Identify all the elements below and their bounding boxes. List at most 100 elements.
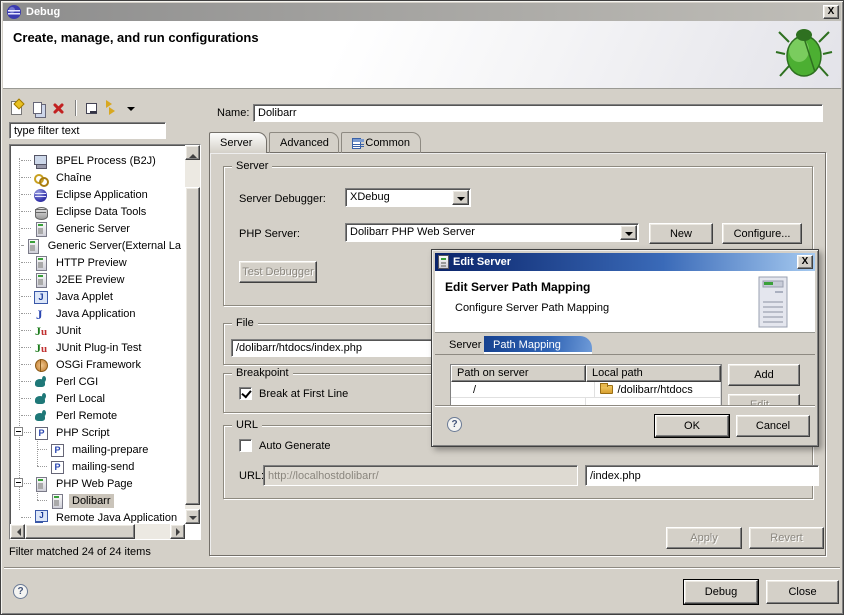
tree-item-label: Remote Java Application [53, 511, 180, 524]
delete-config-icon[interactable] [51, 100, 67, 116]
debug-configurations-window: Debug X Create, manage, and run configur… [0, 0, 844, 615]
bpel-process-icon [33, 153, 49, 169]
help-icon[interactable]: ? [13, 584, 28, 599]
name-input[interactable] [253, 104, 823, 122]
tab-advanced[interactable]: Advanced [269, 132, 339, 153]
tree-item-generic-server[interactable]: Generic Server [11, 220, 184, 237]
tree-item-java-application[interactable]: Java Application [11, 305, 184, 322]
scroll-left-arrow[interactable] [10, 524, 25, 539]
local-path-cell[interactable]: /dolibarr/htdocs [595, 382, 722, 397]
tree-item-php-web-page[interactable]: PHP Web Page [11, 475, 184, 492]
scrollbar-thumb[interactable] [185, 187, 200, 505]
tree-item-dolibarr[interactable]: Dolibarr [11, 492, 184, 509]
filter-input[interactable] [9, 122, 166, 139]
filter-launch-icon[interactable] [105, 100, 121, 116]
duplicate-config-icon[interactable] [33, 102, 42, 114]
tree-item-remote-java-application[interactable]: Remote Java Application [11, 509, 184, 523]
tree-item-mailing-send[interactable]: mailing-send [11, 458, 184, 475]
dialog-close-button[interactable]: X [797, 255, 813, 269]
tree-item-label: JUnit [53, 324, 84, 338]
tab-common[interactable]: Common [341, 132, 421, 153]
new-server-button[interactable]: New [649, 223, 713, 244]
auto-generate-checkbox[interactable] [239, 439, 252, 452]
filter-status-text: Filter matched 24 of 24 items [9, 546, 151, 558]
tree-item-label: mailing-prepare [69, 443, 151, 457]
tree-item-junit[interactable]: JUnit [11, 322, 184, 339]
tree-item-http-preview[interactable]: HTTP Preview [11, 254, 184, 271]
tree-item-cha-ne[interactable]: Chaîne [11, 169, 184, 186]
database-icon [33, 204, 49, 220]
path-mapping-row[interactable]: //dolibarr/htdocs [451, 382, 721, 398]
new-config-icon[interactable] [11, 101, 22, 115]
tree-item-php-script[interactable]: PHP Script [11, 424, 184, 441]
name-label: Name: [217, 107, 249, 119]
cancel-button[interactable]: Cancel [736, 415, 810, 437]
tree-item-osgi-framework[interactable]: OSGi Framework [11, 356, 184, 373]
tree-connector [21, 245, 23, 246]
configurations-tree[interactable]: BPEL Process (B2J)ChaîneEclipse Applicat… [9, 144, 201, 540]
tree-item-junit-plug-in-test[interactable]: JUnit Plug-in Test [11, 339, 184, 356]
tree-item-label: PHP Script [53, 426, 113, 440]
tree-connector [21, 262, 31, 263]
tree-connector [21, 228, 31, 229]
tree-item-mailing-prepare[interactable]: mailing-prepare [11, 441, 184, 458]
perl-icon [33, 408, 49, 424]
chevron-down-icon[interactable] [452, 190, 469, 205]
add-mapping-button[interactable]: Add [728, 364, 800, 386]
tree-item-bpel-process-b2j-[interactable]: BPEL Process (B2J) [11, 152, 184, 169]
window-titlebar[interactable]: Debug X [3, 3, 841, 21]
dialog-tab-server[interactable]: Server [440, 336, 490, 354]
tree-item-label: PHP Web Page [53, 477, 136, 491]
tree-item-j2ee-preview[interactable]: J2EE Preview [11, 271, 184, 288]
dialog-titlebar[interactable]: Edit Server X [435, 253, 815, 271]
php-server-select[interactable]: Dolibarr PHP Web Server [345, 223, 639, 242]
tree-item-generic-server-external-la[interactable]: Generic Server(External La [11, 237, 184, 254]
break-at-first-line-checkbox[interactable] [239, 387, 252, 400]
server-tower-image [753, 275, 793, 329]
collapse-all-icon[interactable] [86, 103, 97, 114]
configurations-toolbar [9, 97, 135, 119]
tree-item-eclipse-data-tools[interactable]: Eclipse Data Tools [11, 203, 184, 220]
tree-horizontal-scrollbar[interactable] [10, 524, 185, 539]
dialog-help-icon[interactable]: ? [447, 417, 462, 432]
column-header-local-path[interactable]: Local path [586, 365, 721, 382]
debug-button[interactable]: Debug [684, 580, 758, 604]
server-icon [33, 476, 49, 492]
scroll-down-arrow[interactable] [185, 509, 200, 524]
chevron-down-icon[interactable] [620, 225, 637, 240]
scroll-up-arrow[interactable] [185, 145, 200, 160]
tree-item-label: Generic Server(External La [45, 239, 184, 253]
server-icon [33, 272, 49, 288]
window-close-button[interactable]: X [823, 5, 839, 19]
url-path-input[interactable] [585, 465, 819, 486]
column-header-path-on-server[interactable]: Path on server [451, 365, 586, 382]
server-group-legend: Server [232, 160, 272, 172]
apply-button: Apply [666, 527, 742, 549]
path-on-server-cell[interactable]: / [451, 382, 595, 397]
scroll-right-arrow[interactable] [170, 524, 185, 539]
collapse-expander-icon[interactable] [14, 478, 23, 487]
dropdown-arrow-icon[interactable] [127, 100, 135, 116]
tab-server[interactable]: Server [209, 132, 267, 153]
ok-button[interactable]: OK [655, 415, 729, 437]
dialog-tab-path-mapping[interactable]: Path Mapping [484, 336, 592, 354]
configure-server-button[interactable]: Configure... [722, 223, 802, 244]
tree-item-perl-cgi[interactable]: Perl CGI [11, 373, 184, 390]
url-label: URL: [239, 470, 264, 482]
tree-connector [21, 330, 31, 331]
tree-item-perl-local[interactable]: Perl Local [11, 390, 184, 407]
tree-item-label: BPEL Process (B2J) [53, 154, 159, 168]
server-debugger-select[interactable]: XDebug [345, 188, 471, 207]
tree-item-perl-remote[interactable]: Perl Remote [11, 407, 184, 424]
tree-item-label: Java Applet [53, 290, 116, 304]
tree-vertical-scrollbar[interactable] [185, 145, 200, 524]
close-button[interactable]: Close [766, 580, 839, 604]
tree-item-eclipse-application[interactable]: Eclipse Application [11, 186, 184, 203]
tree-connector [21, 177, 31, 178]
scrollbar-thumb[interactable] [25, 524, 135, 539]
tree-connector [21, 364, 31, 365]
tree-item-java-applet[interactable]: Java Applet [11, 288, 184, 305]
tree-connector [21, 398, 31, 399]
collapse-expander-icon[interactable] [14, 427, 23, 436]
tree-connector [37, 466, 47, 467]
